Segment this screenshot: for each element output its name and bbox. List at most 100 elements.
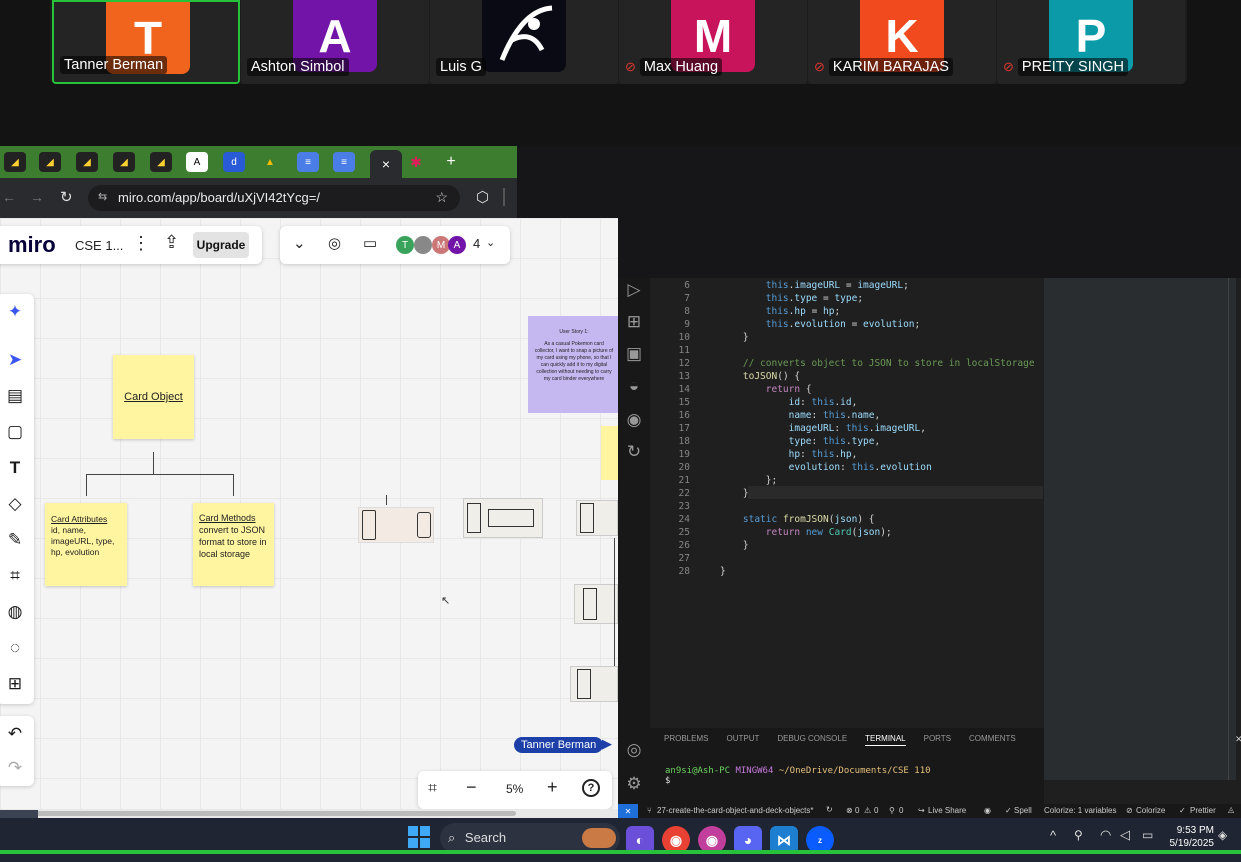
- forward-icon[interactable]: →: [30, 189, 44, 205]
- code-line[interactable]: 17 imageURL: this.imageURL,: [650, 422, 1035, 435]
- site-info-icon[interactable]: ⇆: [98, 190, 107, 203]
- code-line[interactable]: 13 toJSON() {: [650, 370, 1035, 383]
- miro-board-canvas[interactable]: miro CSE 1... ⋮ ⇪ Upgrade ⌄ ◎ ▭ T M A 4 …: [0, 218, 618, 818]
- zoom-in-button[interactable]: +: [547, 777, 558, 798]
- tray-chevron-icon[interactable]: ^: [1050, 828, 1056, 843]
- panel-tab[interactable]: DEBUG CONSOLE: [777, 734, 847, 746]
- branch-name[interactable]: 27-create-the-card-object-and-deck-objec…: [657, 806, 814, 815]
- code-line[interactable]: 23: [650, 500, 1035, 513]
- panel-tab[interactable]: COMMENTS: [969, 734, 1016, 746]
- more-menu-icon[interactable]: ⋮: [132, 233, 150, 254]
- url-bar[interactable]: ⇆ miro.com/app/board/uXjVI42tYcg=/ ☆: [88, 185, 460, 211]
- wireframe-group[interactable]: [574, 584, 618, 624]
- live-share-icon[interactable]: ↻: [622, 440, 646, 464]
- code-line[interactable]: 16 name: this.name,: [650, 409, 1035, 422]
- code-line[interactable]: 19 hp: this.hp,: [650, 448, 1035, 461]
- wifi-icon[interactable]: ◠: [1100, 827, 1111, 843]
- sticky-card-methods[interactable]: Card Methods convert to JSON format to s…: [193, 503, 274, 586]
- notifications-bell-icon[interactable]: ◬: [1228, 805, 1234, 814]
- clock[interactable]: 9:53 PM 5/19/2025: [1168, 824, 1215, 850]
- tab-icon[interactable]: ◢: [76, 152, 98, 172]
- palette-icon[interactable]: ◍: [3, 600, 27, 624]
- scrollbar-thumb[interactable]: [36, 811, 516, 816]
- horizontal-scrollbar[interactable]: [0, 809, 618, 818]
- warning-count[interactable]: 0: [874, 806, 878, 815]
- live-share-status[interactable]: Live Share: [928, 806, 966, 815]
- tab-icon[interactable]: d: [223, 152, 245, 172]
- docs-icon[interactable]: ≡: [297, 152, 319, 172]
- battery-icon[interactable]: ▭: [1142, 828, 1153, 842]
- text-tool-icon[interactable]: T: [3, 456, 27, 480]
- video-icon[interactable]: ▭: [363, 234, 377, 252]
- back-icon[interactable]: ←: [2, 189, 16, 205]
- drive-icon[interactable]: ▲: [259, 152, 281, 172]
- wireframe-group[interactable]: [358, 507, 434, 543]
- extensions-icon[interactable]: ⊞: [622, 310, 646, 334]
- upgrade-button[interactable]: Upgrade: [193, 232, 249, 258]
- docker-icon[interactable]: ◒: [622, 374, 646, 398]
- code-line[interactable]: 26 }: [650, 539, 1035, 552]
- tab-icon[interactable]: ◢: [39, 152, 61, 172]
- code-line[interactable]: 28}: [650, 565, 1035, 578]
- code-line[interactable]: 20 evolution: this.evolution: [650, 461, 1035, 474]
- spell-status[interactable]: Spell: [1014, 806, 1032, 815]
- panel-tab[interactable]: PROBLEMS: [664, 734, 708, 746]
- participant-tile[interactable]: P ⊘ PREITY SINGH: [997, 0, 1185, 84]
- code-line[interactable]: 7 this.type = type;: [650, 292, 1035, 305]
- ai-sparkle-icon[interactable]: ✦: [3, 300, 27, 324]
- tab-icon[interactable]: ◢: [150, 152, 172, 172]
- help-icon[interactable]: ?: [582, 779, 600, 797]
- tray-network-icon[interactable]: ⚲: [1074, 828, 1083, 842]
- avatar[interactable]: [414, 236, 432, 254]
- redo-icon[interactable]: ↷: [3, 756, 27, 780]
- wireframe-group[interactable]: [570, 666, 618, 702]
- code-line[interactable]: 9 this.evolution = evolution;: [650, 318, 1035, 331]
- participant-tile[interactable]: Luis G: [430, 0, 618, 84]
- zoom-level[interactable]: 5%: [506, 782, 523, 796]
- docs-icon[interactable]: ≡: [333, 152, 355, 172]
- frame-icon[interactable]: ⌗: [3, 564, 27, 588]
- slack-icon[interactable]: ✱: [405, 152, 427, 172]
- avatar[interactable]: A: [448, 236, 466, 254]
- copilot-icon[interactable]: ◉: [984, 806, 991, 815]
- chevron-down-icon[interactable]: ⌄: [486, 236, 495, 249]
- participant-tile[interactable]: A Ashton Simbol: [241, 0, 429, 84]
- code-line[interactable]: 24 static fromJSON(json) {: [650, 513, 1035, 526]
- windows-start-icon[interactable]: [408, 826, 430, 848]
- select-cursor-icon[interactable]: ➤: [3, 348, 27, 372]
- terminal-output[interactable]: an9si@Ash-PC MINGW64 ~/OneDrive/Document…: [665, 766, 931, 786]
- tab-icon[interactable]: ◢: [4, 152, 26, 172]
- extensions-icon[interactable]: ⬡: [476, 188, 489, 206]
- reload-icon[interactable]: ↻: [60, 188, 73, 206]
- code-line[interactable]: 8 this.hp = hp;: [650, 305, 1035, 318]
- close-tab-icon[interactable]: ×: [370, 150, 402, 178]
- participant-tile[interactable]: K ⊘ KARIM BARAJAS: [808, 0, 996, 84]
- collaborator-count[interactable]: 4: [473, 236, 480, 251]
- pen-icon[interactable]: ✎: [3, 528, 27, 552]
- add-apps-icon[interactable]: ⊞: [3, 672, 27, 696]
- zoom-out-button[interactable]: −: [466, 777, 477, 798]
- settings-gear-icon[interactable]: ⚙: [622, 772, 646, 796]
- share-icon[interactable]: ⇪: [164, 232, 179, 253]
- participant-tile[interactable]: T Tanner Berman: [52, 0, 240, 84]
- close-icon[interactable]: ✕: [1235, 734, 1241, 745]
- panel-tab[interactable]: OUTPUT: [726, 734, 759, 746]
- sticky-user-story[interactable]: User Story 1: As a casual Pokemon card c…: [528, 316, 618, 413]
- ports-count[interactable]: 0: [899, 806, 903, 815]
- code-line[interactable]: 14 return {: [650, 383, 1035, 396]
- code-line[interactable]: 25 return new Card(json);: [650, 526, 1035, 539]
- code-line[interactable]: 10 }: [650, 331, 1035, 344]
- github-icon[interactable]: ◉: [622, 408, 646, 432]
- board-name[interactable]: CSE 1...: [75, 238, 123, 253]
- editor[interactable]: 6 this.imageURL = imageURL; 7 this.type =…: [650, 278, 1044, 728]
- miro-logo[interactable]: miro: [8, 232, 56, 258]
- bookmark-star-icon[interactable]: ☆: [435, 189, 448, 206]
- sync-icon[interactable]: ↻: [826, 805, 833, 814]
- sticky-card-attributes[interactable]: Card Attributes id, name, imageURL, type…: [45, 503, 127, 586]
- volume-icon[interactable]: ◁: [1120, 827, 1130, 843]
- tab-icon[interactable]: A: [186, 152, 208, 172]
- code-line[interactable]: 11: [650, 344, 1035, 357]
- undo-icon[interactable]: ↶: [3, 722, 27, 746]
- comment-icon[interactable]: ◌: [3, 636, 27, 660]
- taskbar-search[interactable]: ⌕ Search: [440, 823, 620, 853]
